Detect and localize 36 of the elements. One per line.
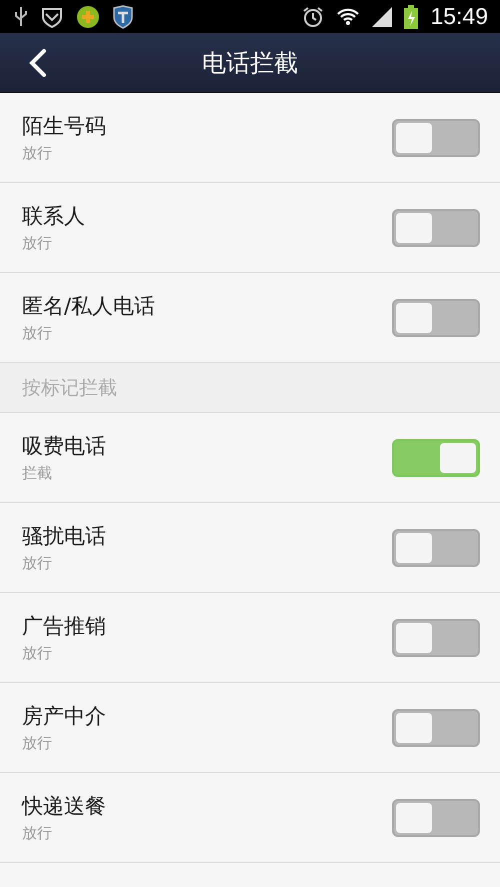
- status-time: 15:49: [430, 3, 488, 30]
- usb-icon: [14, 6, 28, 28]
- toggle-switch[interactable]: [392, 708, 480, 746]
- battery-icon: [404, 4, 418, 28]
- plus-circle-icon: [76, 4, 100, 28]
- toggle-switch[interactable]: [392, 798, 480, 836]
- setting-label: 匿名/私人电话: [22, 293, 156, 320]
- wifi-icon: [336, 6, 360, 28]
- signal-icon: [372, 6, 392, 26]
- setting-label: 房产中介: [22, 703, 107, 730]
- setting-label: 吸费电话: [22, 433, 107, 460]
- setting-status: 放行: [22, 144, 53, 163]
- toggle-switch[interactable]: [392, 118, 480, 156]
- toggle-switch[interactable]: [392, 528, 480, 566]
- setting-status: 放行: [22, 324, 53, 343]
- toggle-switch[interactable]: [392, 298, 480, 336]
- setting-status: 放行: [22, 734, 53, 753]
- alarm-icon: [302, 6, 324, 28]
- setting-status: 放行: [22, 234, 53, 253]
- toggle-switch[interactable]: [392, 438, 480, 476]
- toggle-switch[interactable]: [392, 208, 480, 246]
- shield-icon: [40, 6, 64, 28]
- setting-label: 联系人: [22, 203, 86, 230]
- setting-status: 放行: [22, 554, 53, 573]
- section-label: 按标记拦截: [22, 376, 117, 400]
- setting-label: 骚扰电话: [22, 523, 107, 550]
- back-icon: [28, 48, 48, 78]
- setting-status: 放行: [22, 824, 53, 843]
- setting-label: 快递送餐: [22, 793, 107, 820]
- setting-status: 放行: [22, 644, 53, 663]
- setting-label: 广告推销: [22, 613, 107, 640]
- setting-label: 陌生号码: [22, 113, 107, 140]
- page-title: 电话拦截: [202, 48, 298, 78]
- setting-status: 拦截: [22, 464, 53, 483]
- shield-icon: [112, 4, 134, 28]
- toggle-switch[interactable]: [392, 618, 480, 656]
